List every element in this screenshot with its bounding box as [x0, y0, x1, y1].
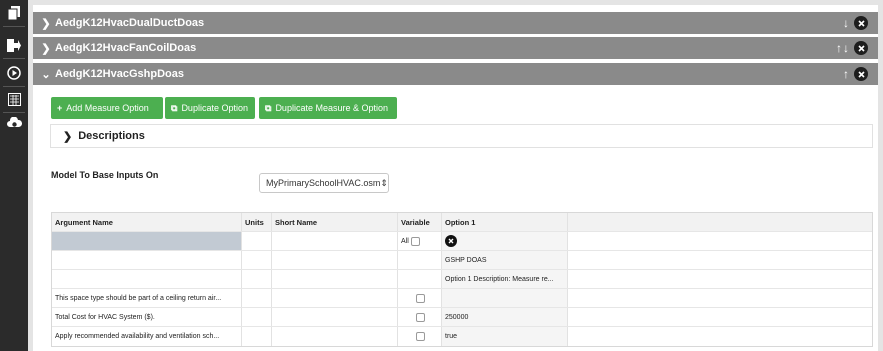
measure-title: AedgK12HvacDualDuctDoas	[55, 17, 205, 29]
measure-header-fancoil[interactable]: ❯ AedgK12HvacFanCoilDoas ↑↓	[33, 37, 878, 59]
column-header: Option 1	[442, 213, 568, 231]
chevron-down-icon: ⌄	[41, 68, 51, 81]
column-header: Argument Name	[52, 213, 242, 231]
run-icon[interactable]	[0, 62, 28, 84]
move-up-down-icon[interactable]: ↑↓	[836, 41, 850, 55]
arguments-table: Argument Name Units Short Name Variable …	[51, 212, 873, 347]
chevron-right-icon: ❯	[41, 42, 51, 55]
variable-checkbox[interactable]	[416, 332, 425, 341]
delete-option-icon[interactable]	[445, 235, 457, 247]
cloud-server-icon[interactable]	[0, 112, 28, 134]
option-description-input[interactable]: Option 1 Description: Measure re...	[442, 270, 568, 288]
remove-measure-icon[interactable]	[854, 67, 868, 81]
move-up-icon[interactable]: ↑	[843, 67, 850, 81]
import-icon[interactable]	[0, 34, 28, 56]
table-row: Apply recommended availability and venti…	[52, 327, 872, 346]
table-row: Option 1 Description: Measure re...	[52, 270, 872, 289]
select-arrows-icon: ⇕	[380, 177, 388, 188]
table-row: This space type should be part of a ceil…	[52, 289, 872, 308]
column-header: Units	[242, 213, 272, 231]
duplicate-measure-option-button[interactable]: ⧉ Duplicate Measure & Option	[259, 97, 397, 119]
measure-title: AedgK12HvacFanCoilDoas	[55, 42, 197, 54]
duplicate-icon: ⧉	[171, 102, 178, 113]
model-select[interactable]: MyPrimarySchoolHVAC.osm ⇕	[259, 173, 389, 193]
measure-title: AedgK12HvacGshpDoas	[55, 68, 184, 80]
variable-all: All	[398, 232, 442, 250]
duplicate-option-button[interactable]: ⧉ Duplicate Option	[165, 97, 255, 119]
option-value-input[interactable]: true	[442, 327, 568, 346]
table-header-row: Argument Name Units Short Name Variable …	[52, 213, 872, 232]
remove-measure-icon[interactable]	[854, 41, 868, 55]
left-sidebar	[0, 0, 28, 351]
chevron-right-icon: ❯	[63, 130, 73, 143]
plus-icon: +	[57, 103, 63, 113]
move-down-icon[interactable]: ↓	[843, 16, 850, 30]
all-checkbox[interactable]	[410, 236, 420, 246]
descriptions-toggle[interactable]: ❯ Descriptions	[50, 124, 873, 148]
variable-checkbox[interactable]	[416, 293, 425, 303]
column-header: Variable	[398, 213, 442, 231]
chevron-right-icon: ❯	[41, 17, 51, 30]
remove-measure-icon[interactable]	[854, 16, 868, 30]
model-label: Model To Base Inputs On	[51, 170, 159, 180]
table-row: Total Cost for HVAC System ($). 250000	[52, 308, 872, 327]
measure-header-dualduct[interactable]: ❯ AedgK12HvacDualDuctDoas ↓	[33, 12, 878, 34]
measure-header-gshp[interactable]: ⌄ AedgK12HvacGshpDoas ↑	[33, 63, 878, 85]
table-row: All	[52, 232, 872, 251]
add-measure-option-button[interactable]: + Add Measure Option	[51, 97, 163, 119]
table-row: GSHP DOAS	[52, 251, 872, 270]
option-value-input[interactable]: 250000	[442, 308, 568, 326]
files-icon[interactable]	[0, 2, 28, 24]
column-header: Short Name	[272, 213, 398, 231]
variable-checkbox[interactable]	[416, 312, 425, 322]
option-name-input[interactable]: GSHP DOAS	[442, 251, 568, 269]
option-value-input[interactable]	[442, 289, 568, 307]
results-icon[interactable]	[0, 88, 28, 110]
duplicate-icon: ⧉	[265, 102, 272, 113]
